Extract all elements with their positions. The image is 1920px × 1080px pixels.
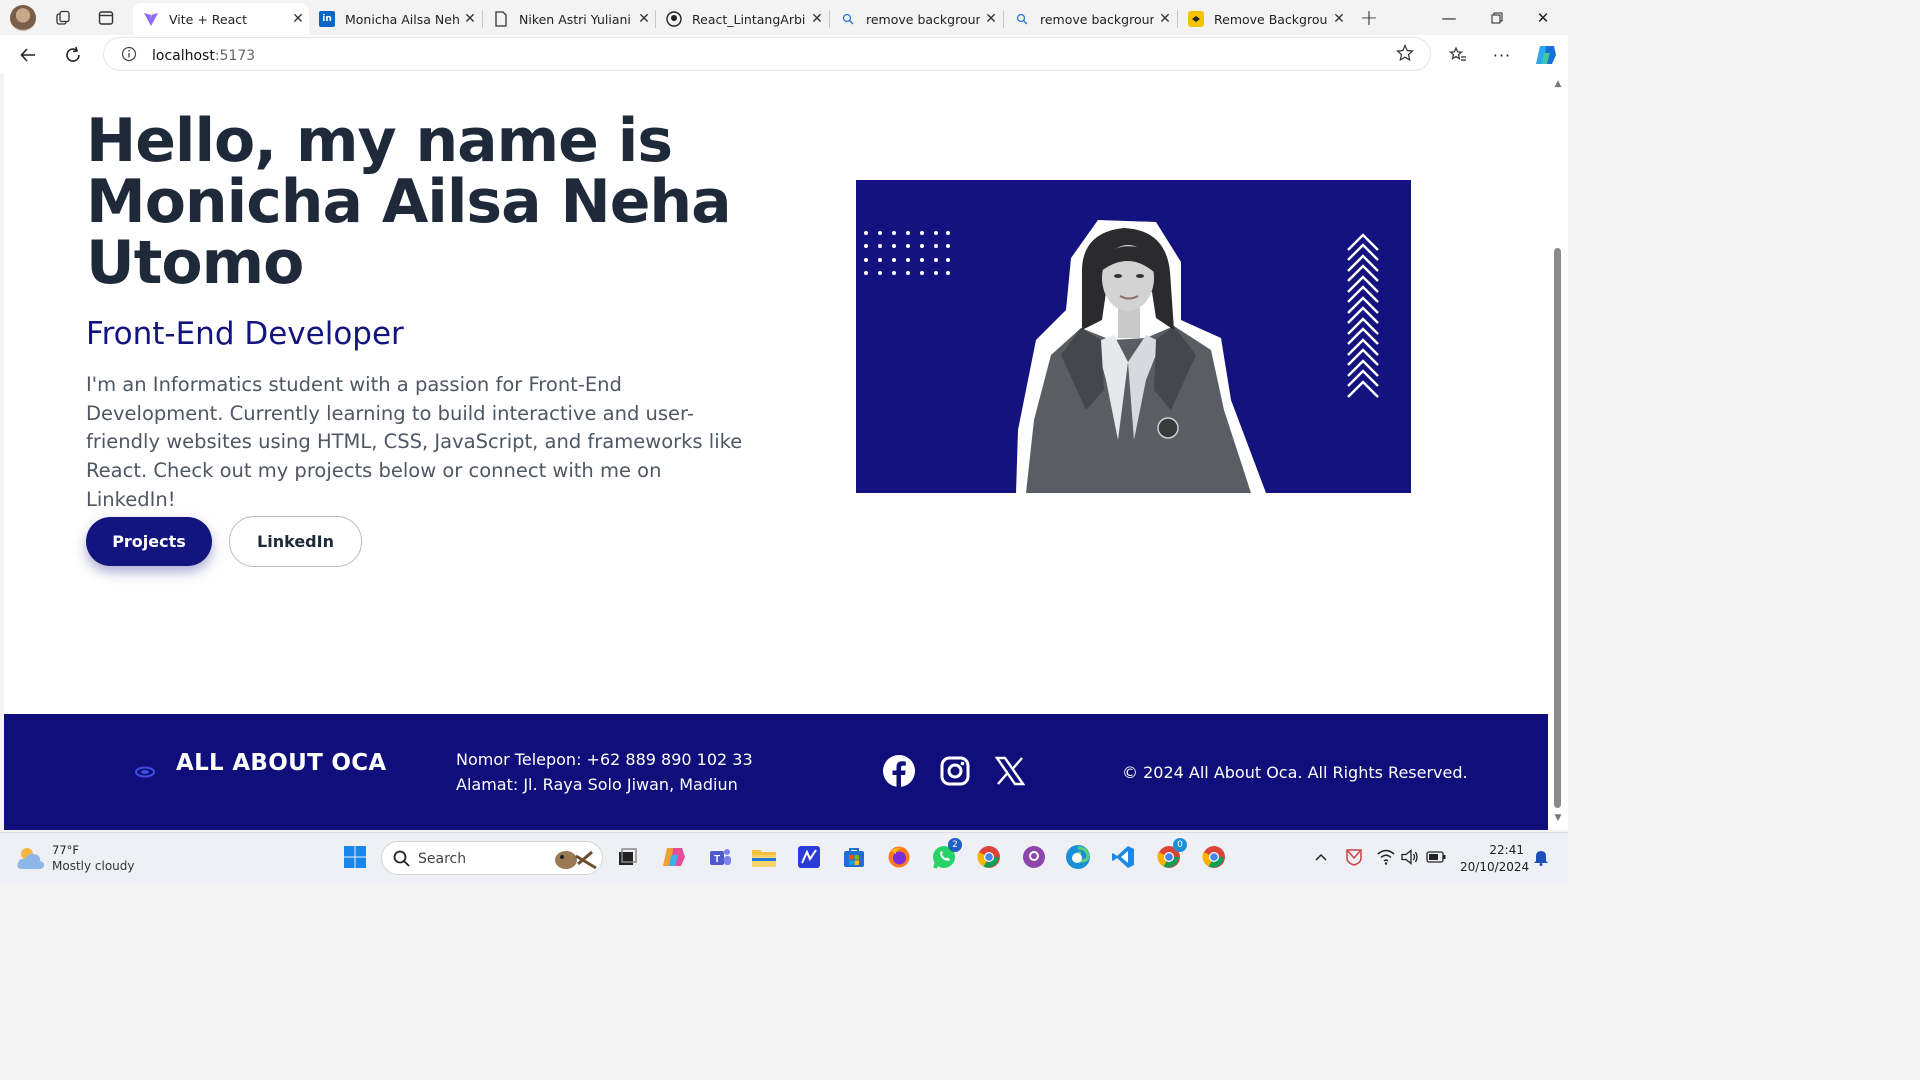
close-tab-icon[interactable]: ✕ bbox=[633, 11, 655, 27]
teams-icon[interactable]: T bbox=[706, 843, 734, 871]
close-tab-icon[interactable]: ✕ bbox=[980, 11, 1002, 27]
windows-taskbar: 77°F Mostly cloudy Search T 2 0 22:41 20… bbox=[0, 832, 1568, 883]
close-tab-icon[interactable]: ✕ bbox=[806, 11, 828, 27]
vscode-icon[interactable] bbox=[1109, 843, 1137, 871]
weather-description[interactable]: Mostly cloudy bbox=[52, 859, 135, 873]
chrome-profile-2-icon[interactable] bbox=[1200, 843, 1228, 871]
weather-temperature[interactable]: 77°F bbox=[52, 843, 79, 857]
favorite-star-icon[interactable] bbox=[1396, 44, 1414, 66]
weather-icon[interactable] bbox=[16, 845, 46, 875]
close-tab-icon[interactable]: ✕ bbox=[1328, 11, 1350, 27]
windows-start-icon[interactable] bbox=[341, 843, 369, 871]
more-options-icon[interactable]: ··· bbox=[1488, 41, 1516, 69]
workspaces-icon[interactable] bbox=[50, 5, 76, 31]
taskbar-clock[interactable]: 22:41 20/10/2024 bbox=[1460, 842, 1529, 876]
back-icon[interactable] bbox=[14, 41, 42, 69]
chevron-pattern-decoration bbox=[1347, 233, 1379, 398]
search-icon bbox=[840, 11, 856, 27]
hero-role: Front-End Developer bbox=[86, 316, 404, 352]
microsoft-store-icon[interactable] bbox=[840, 843, 868, 871]
document-icon bbox=[493, 11, 509, 27]
footer-phone: Nomor Telepon: +62 889 890 102 33 bbox=[456, 750, 753, 769]
instagram-icon[interactable] bbox=[936, 752, 974, 790]
tab-actions-icon[interactable] bbox=[93, 5, 119, 31]
close-tab-icon[interactable]: ✕ bbox=[459, 11, 481, 27]
site-info-icon[interactable] bbox=[120, 45, 138, 63]
profile-avatar[interactable] bbox=[10, 5, 36, 31]
search-icon bbox=[1014, 11, 1030, 27]
close-tab-icon[interactable]: ✕ bbox=[287, 11, 309, 27]
profile-photo bbox=[856, 180, 1411, 493]
volume-icon[interactable] bbox=[1396, 843, 1424, 871]
search-highlight-icon bbox=[552, 846, 598, 876]
tab-document[interactable]: Niken Astri Yuliani - ✕ bbox=[483, 3, 655, 35]
minimize-icon[interactable]: — bbox=[1426, 4, 1472, 32]
footer-brand: ALL ABOUT OCA bbox=[176, 750, 387, 776]
hero-bio: I'm an Informatics student with a passio… bbox=[86, 373, 743, 511]
taskbar-search[interactable]: Search bbox=[381, 841, 603, 875]
firefox-icon[interactable] bbox=[885, 843, 913, 871]
tab-search-1[interactable]: remove background ✕ bbox=[830, 3, 1002, 35]
linkedin-button[interactable]: LinkedIn bbox=[229, 516, 362, 567]
scroll-down-icon[interactable]: ▼ bbox=[1551, 813, 1565, 825]
copilot-icon[interactable] bbox=[1532, 41, 1560, 69]
url-text[interactable]: localhost:5173 bbox=[152, 45, 255, 64]
vite-icon bbox=[143, 11, 159, 27]
x-icon[interactable] bbox=[991, 752, 1029, 790]
close-window-icon[interactable]: ✕ bbox=[1520, 4, 1566, 32]
favorites-icon[interactable] bbox=[1444, 41, 1472, 69]
close-tab-icon[interactable]: ✕ bbox=[1154, 11, 1176, 27]
tab-linkedin[interactable]: in Monicha Ailsa Neha ✕ bbox=[309, 3, 481, 35]
facebook-icon[interactable] bbox=[880, 752, 918, 790]
tab-vite-react[interactable]: Vite + React ✕ bbox=[133, 3, 309, 35]
footer-copyright: © 2024 All About Oca. All Rights Reserve… bbox=[1122, 763, 1468, 782]
copilot-app-icon[interactable] bbox=[660, 843, 688, 871]
scroll-up-icon[interactable]: ▲ bbox=[1551, 79, 1565, 91]
edge-icon[interactable] bbox=[1064, 843, 1092, 871]
svg-text:T: T bbox=[714, 854, 720, 865]
browser-tab-strip: Vite + React ✕ in Monicha Ailsa Neha ✕ N… bbox=[0, 0, 1568, 35]
search-icon bbox=[393, 850, 410, 871]
remove-bg-icon bbox=[1188, 11, 1204, 27]
hero-title: Hello, my name is Monicha Ailsa Neha Uto… bbox=[86, 106, 732, 298]
scrollbar-thumb[interactable] bbox=[1554, 248, 1561, 808]
page-viewport: Hello, my name is Monicha Ailsa Neha Uto… bbox=[4, 73, 1548, 830]
footer-address: Alamat: Jl. Raya Solo Jiwan, Madiun bbox=[456, 775, 738, 794]
battery-icon[interactable] bbox=[1422, 843, 1450, 871]
page-scrollbar[interactable]: ▲ ▼ bbox=[1548, 73, 1568, 830]
file-explorer-icon[interactable] bbox=[750, 843, 778, 871]
security-shield-icon[interactable] bbox=[1340, 843, 1368, 871]
brand-logo-icon bbox=[134, 764, 156, 783]
new-tab-icon[interactable]: + bbox=[1356, 5, 1382, 31]
github-desktop-icon[interactable] bbox=[1020, 843, 1048, 871]
analytics-app-icon[interactable] bbox=[795, 843, 823, 871]
tab-search-2[interactable]: remove background ✕ bbox=[1004, 3, 1176, 35]
refresh-icon[interactable] bbox=[59, 41, 87, 69]
linkedin-icon: in bbox=[319, 11, 335, 27]
task-view-icon[interactable] bbox=[613, 843, 641, 871]
chrome-icon[interactable] bbox=[975, 843, 1003, 871]
whatsapp-icon[interactable]: 2 bbox=[930, 838, 962, 871]
chrome-profile-icon[interactable]: 0 bbox=[1155, 838, 1187, 871]
url-bar[interactable]: localhost:5173 bbox=[104, 38, 1430, 70]
site-footer: ALL ABOUT OCA Nomor Telepon: +62 889 890… bbox=[4, 714, 1548, 830]
restore-icon[interactable] bbox=[1474, 4, 1520, 32]
tab-github[interactable]: React_LintangArbiSu ✕ bbox=[656, 3, 828, 35]
projects-button[interactable]: Projects bbox=[86, 517, 212, 566]
dot-pattern-decoration bbox=[864, 231, 950, 275]
address-bar-row: localhost:5173 ··· bbox=[0, 35, 1568, 73]
tab-remove-background[interactable]: Remove Background ✕ bbox=[1178, 3, 1350, 35]
github-icon bbox=[666, 11, 682, 27]
notification-bell-icon[interactable] bbox=[1527, 843, 1555, 871]
show-hidden-icons-chevron-icon[interactable] bbox=[1307, 843, 1335, 871]
